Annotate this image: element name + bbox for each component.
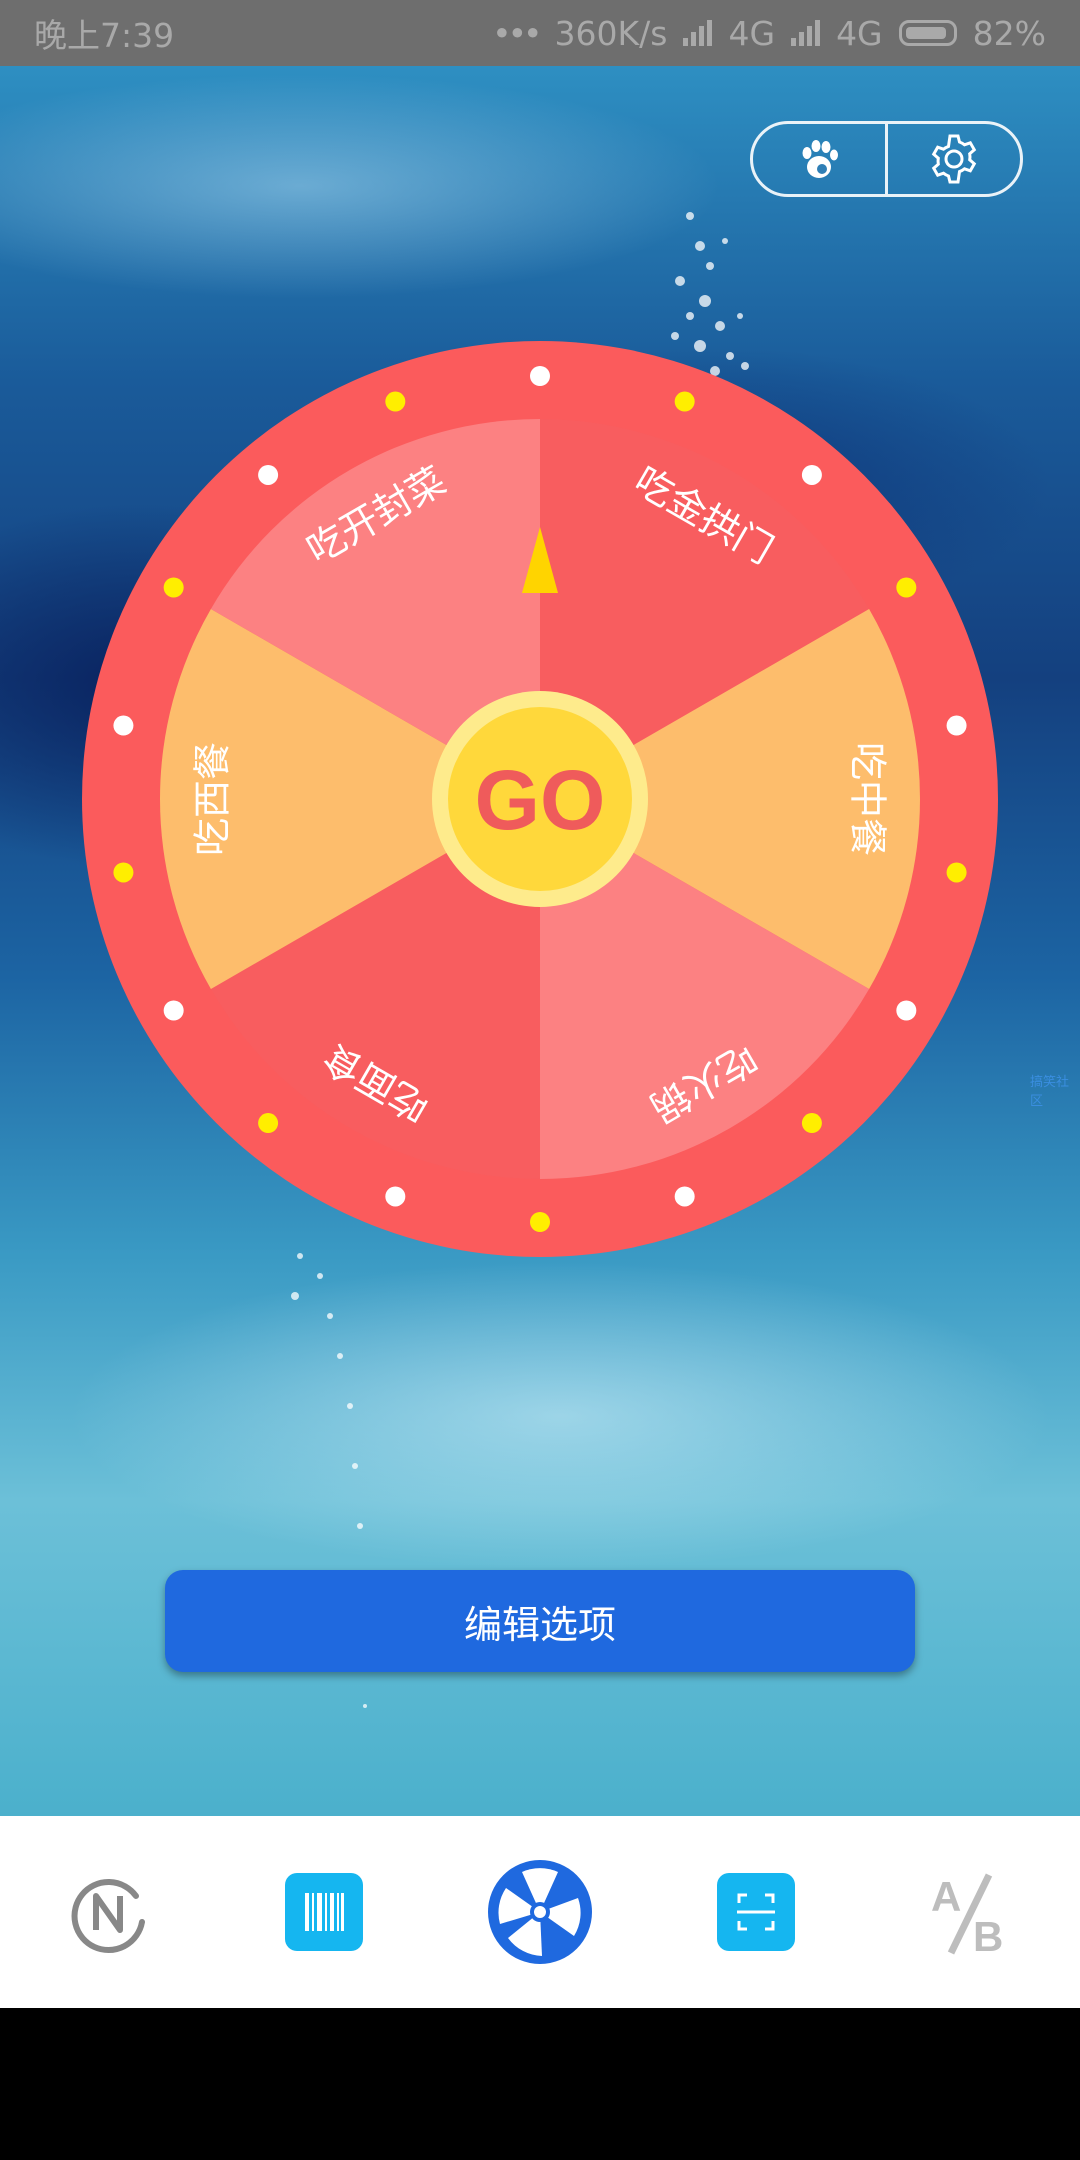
rim-dot	[530, 366, 550, 386]
svg-text:A: A	[931, 1873, 961, 1920]
paw-icon	[802, 140, 838, 178]
nav-ab[interactable]: A B	[917, 1857, 1027, 1967]
status-dots: •••	[492, 13, 542, 53]
nav-scan[interactable]	[701, 1857, 811, 1967]
barcode-icon	[285, 1873, 363, 1951]
rim-dot	[896, 577, 917, 598]
paw-button[interactable]	[753, 124, 885, 194]
rim-dot	[258, 1113, 279, 1134]
status-time: 晚上7:39	[34, 16, 175, 55]
wheel-segment-label: 吃中餐	[846, 742, 890, 856]
battery-icon	[898, 20, 957, 46]
rim-dot	[113, 862, 134, 883]
status-battery: 82%	[972, 13, 1046, 53]
rim-dot	[801, 1113, 822, 1134]
settings-button[interactable]	[888, 124, 1020, 194]
signal-icon	[683, 20, 713, 46]
status-net2: 4G	[836, 13, 883, 53]
nav-wheel[interactable]	[485, 1857, 595, 1967]
svg-text:B: B	[973, 1913, 1003, 1957]
status-right: ••• 360K/s 4G 4G 82%	[492, 14, 1046, 53]
rim-dot	[163, 1000, 184, 1021]
rim-dot	[385, 1186, 406, 1207]
rim-dot	[801, 464, 822, 485]
rim-dot	[896, 1000, 917, 1021]
nav-n-logo[interactable]	[53, 1857, 163, 1967]
rim-dot	[946, 715, 967, 736]
rim-dot	[946, 862, 967, 883]
top-action-pill	[750, 121, 1023, 197]
go-label: GO	[475, 753, 606, 847]
system-nav-area	[0, 2008, 1080, 2160]
signal-icon-2	[791, 20, 821, 46]
scan-icon	[717, 1873, 795, 1951]
bottom-nav: A B	[0, 1816, 1080, 2008]
rim-dot	[163, 577, 184, 598]
edit-options-button[interactable]: 编辑选项	[165, 1570, 915, 1672]
status-net1: 4G	[728, 13, 776, 53]
rim-dot	[674, 1186, 695, 1207]
rim-dot	[113, 715, 134, 736]
rim-dot	[258, 464, 279, 485]
nav-barcode[interactable]	[269, 1857, 379, 1967]
rim-dot	[385, 391, 406, 412]
status-bar: 晚上7:39 ••• 360K/s 4G 4G 82%	[0, 0, 1080, 66]
status-speed: 360K/s	[554, 13, 668, 53]
n-logo-icon	[71, 1879, 145, 1954]
wheel-icon	[488, 1860, 592, 1964]
gear-icon	[931, 134, 977, 184]
rim-dot	[530, 1212, 550, 1232]
rim-dot	[674, 391, 695, 412]
ab-icon: A B	[931, 1873, 1003, 1957]
side-tag[interactable]: 搞笑社区	[1030, 1071, 1080, 1109]
wheel-segment-label: 吃西餐	[191, 742, 235, 856]
fortune-wheel[interactable]: 吃金拱门吃中餐吃火锅吃面食吃西餐吃开封菜 GO	[80, 339, 1000, 1259]
